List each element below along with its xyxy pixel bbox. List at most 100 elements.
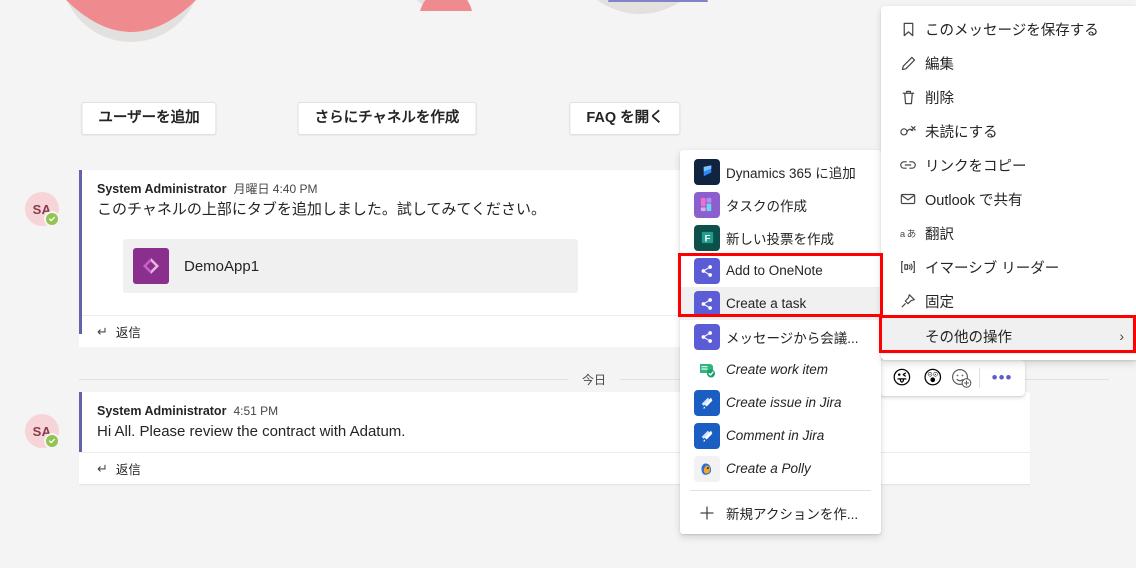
bookmark-icon [891,21,925,38]
menu-item-label: イマーシブ リーダー [925,260,1060,277]
reply-arrow-icon: ↵ [97,324,108,339]
jira-icon [688,422,726,449]
menu-item-label: 新規アクションを作... [726,506,859,522]
teams-channel-screen: ユーザーを追加 さらにチャネルを作成 FAQ を開く SA System Adm… [0,0,1136,568]
menu-item-label: Outlook で共有 [925,192,1023,209]
menu-item-meeting-from-message[interactable]: メッセージから会議... [680,320,881,353]
dynamics365-icon [688,158,726,185]
create-channels-button[interactable]: さらにチャネルを作成 [297,102,477,135]
svg-text:a: a [899,228,905,239]
envelope-icon [891,190,925,208]
mark-unread-icon [891,122,925,140]
menu-item-create-work-item[interactable]: Create work item [680,353,881,386]
reply-label: 返信 [115,326,141,340]
jira-icon [688,389,726,416]
menu-item-label: 新しい投票を作成 [726,231,834,247]
menu-item-comment-in-jira[interactable]: Comment in Jira [680,419,881,452]
add-users-button[interactable]: ユーザーを追加 [81,102,217,135]
message-body: System Administrator 4:51 PM Hi All. Plea… [79,392,1030,453]
attachment-app-name: DemoApp1 [184,257,260,275]
menu-item-translate[interactable]: a あ 翻訳 [881,216,1136,250]
menu-item-create-new-action[interactable]: 新規アクションを作... [680,496,881,529]
powerapps-icon [133,248,169,284]
power-automate-icon [688,323,726,350]
menu-item-label: リンクをコピー [925,158,1027,175]
menu-item-label: メッセージから会議... [726,330,859,346]
menu-item-create-task-planner[interactable]: タスクの作成 [680,188,881,221]
menu-item-copy-link[interactable]: リンクをコピー [881,148,1136,182]
immersive-reader-icon [891,258,925,276]
pin-icon [891,292,925,310]
planner-icon [688,191,726,218]
faq-illustration [480,0,770,90]
menu-item-more-actions[interactable]: その他の操作 › [881,318,1136,354]
faq-button[interactable]: FAQ を開く [569,102,681,135]
menu-item-create-poll[interactable]: F 新しい投票を作成 [680,221,881,254]
reply-arrow-icon: ↵ [97,461,108,476]
onboarding-tile-faq: FAQ を開く [480,0,770,152]
menu-item-pin[interactable]: 固定 [881,284,1136,318]
plus-icon [688,505,726,521]
message-author: System Administrator [97,404,227,418]
message-timestamp: 月曜日 4:40 PM [233,182,318,196]
reply-label: 返信 [115,463,141,477]
toolbar-divider [978,368,980,388]
menu-separator [690,490,871,491]
menu-item-label: Create work item [726,362,829,377]
menu-item-add-to-onenote[interactable]: Add to OneNote [680,254,881,287]
attachment-card-demoapp1[interactable]: DemoApp1 [123,239,578,293]
menu-item-label: Create issue in Jira [726,395,842,410]
day-divider-label: 今日 [582,373,607,387]
menu-item-create-a-polly[interactable]: Create a Polly [680,452,881,485]
menu-item-dynamics365[interactable]: Dynamics 365 に追加 [680,155,881,188]
faq-artwork [597,0,708,14]
message-card: System Administrator 4:51 PM Hi All. Plea… [79,392,1030,484]
menu-item-save-message[interactable]: このメッセージを保存する [881,12,1136,46]
message-context-menu: このメッセージを保存する 編集 削除 未読にする リンクをコピー Outlook… [881,6,1136,360]
menu-item-label: 固定 [925,294,954,311]
menu-item-share-to-outlook[interactable]: Outlook で共有 [881,182,1136,216]
presence-available-icon [44,433,60,449]
menu-item-delete[interactable]: 削除 [881,80,1136,114]
divider-line-left [79,379,568,380]
power-automate-icon [688,257,726,284]
azure-devops-icon [688,357,726,383]
menu-item-label: 編集 [925,56,954,73]
menu-item-label: 削除 [925,90,954,107]
svg-text:あ: あ [906,228,916,239]
avatar[interactable]: SA [25,192,60,227]
menu-item-create-issue-in-jira[interactable]: Create issue in Jira [680,386,881,419]
menu-item-label: その他の操作 [925,329,1012,346]
menu-item-label: Comment in Jira [726,428,825,443]
chevron-right-icon: › [1119,328,1124,344]
menu-item-label: Add to OneNote [726,263,823,278]
menu-item-edit[interactable]: 編集 [881,46,1136,80]
trash-icon [891,89,925,106]
polly-icon [688,455,726,482]
reply-bar[interactable]: ↵ 返信 [79,452,1030,484]
more-actions-submenu: Dynamics 365 に追加 タスクの作成 F 新しい投票を作成 Add t… [680,150,881,534]
menu-item-label: Create a Polly [726,461,811,476]
translate-icon: a あ [891,225,925,242]
more-options-icon[interactable]: ••• [987,369,1018,386]
message-accent-bar [79,170,82,334]
menu-item-label: Create a task [726,296,807,311]
menu-item-label: このメッセージを保存する [925,22,1099,39]
presence-available-icon [44,211,60,227]
reaction-toolbar: 😜 😲 ••• [880,360,1026,396]
menu-item-label: Dynamics 365 に追加 [726,165,856,181]
avatar[interactable]: SA [25,414,60,449]
menu-item-label: タスクの作成 [726,198,807,214]
reaction-laugh-icon[interactable]: 😜 [888,367,916,390]
menu-item-immersive-reader[interactable]: イマーシブ リーダー [881,250,1136,284]
reaction-surprised-icon[interactable]: 😲 [919,367,947,390]
menu-item-mark-unread[interactable]: 未読にする [881,114,1136,148]
svg-text:F: F [704,233,710,244]
menu-item-create-a-task[interactable]: Create a task [680,287,881,320]
add-reaction-icon[interactable] [950,367,972,389]
forms-icon: F [688,224,726,251]
power-automate-icon [688,290,726,317]
message-author: System Administrator [97,182,227,196]
pencil-icon [891,55,925,72]
menu-item-label: 未読にする [925,124,998,141]
